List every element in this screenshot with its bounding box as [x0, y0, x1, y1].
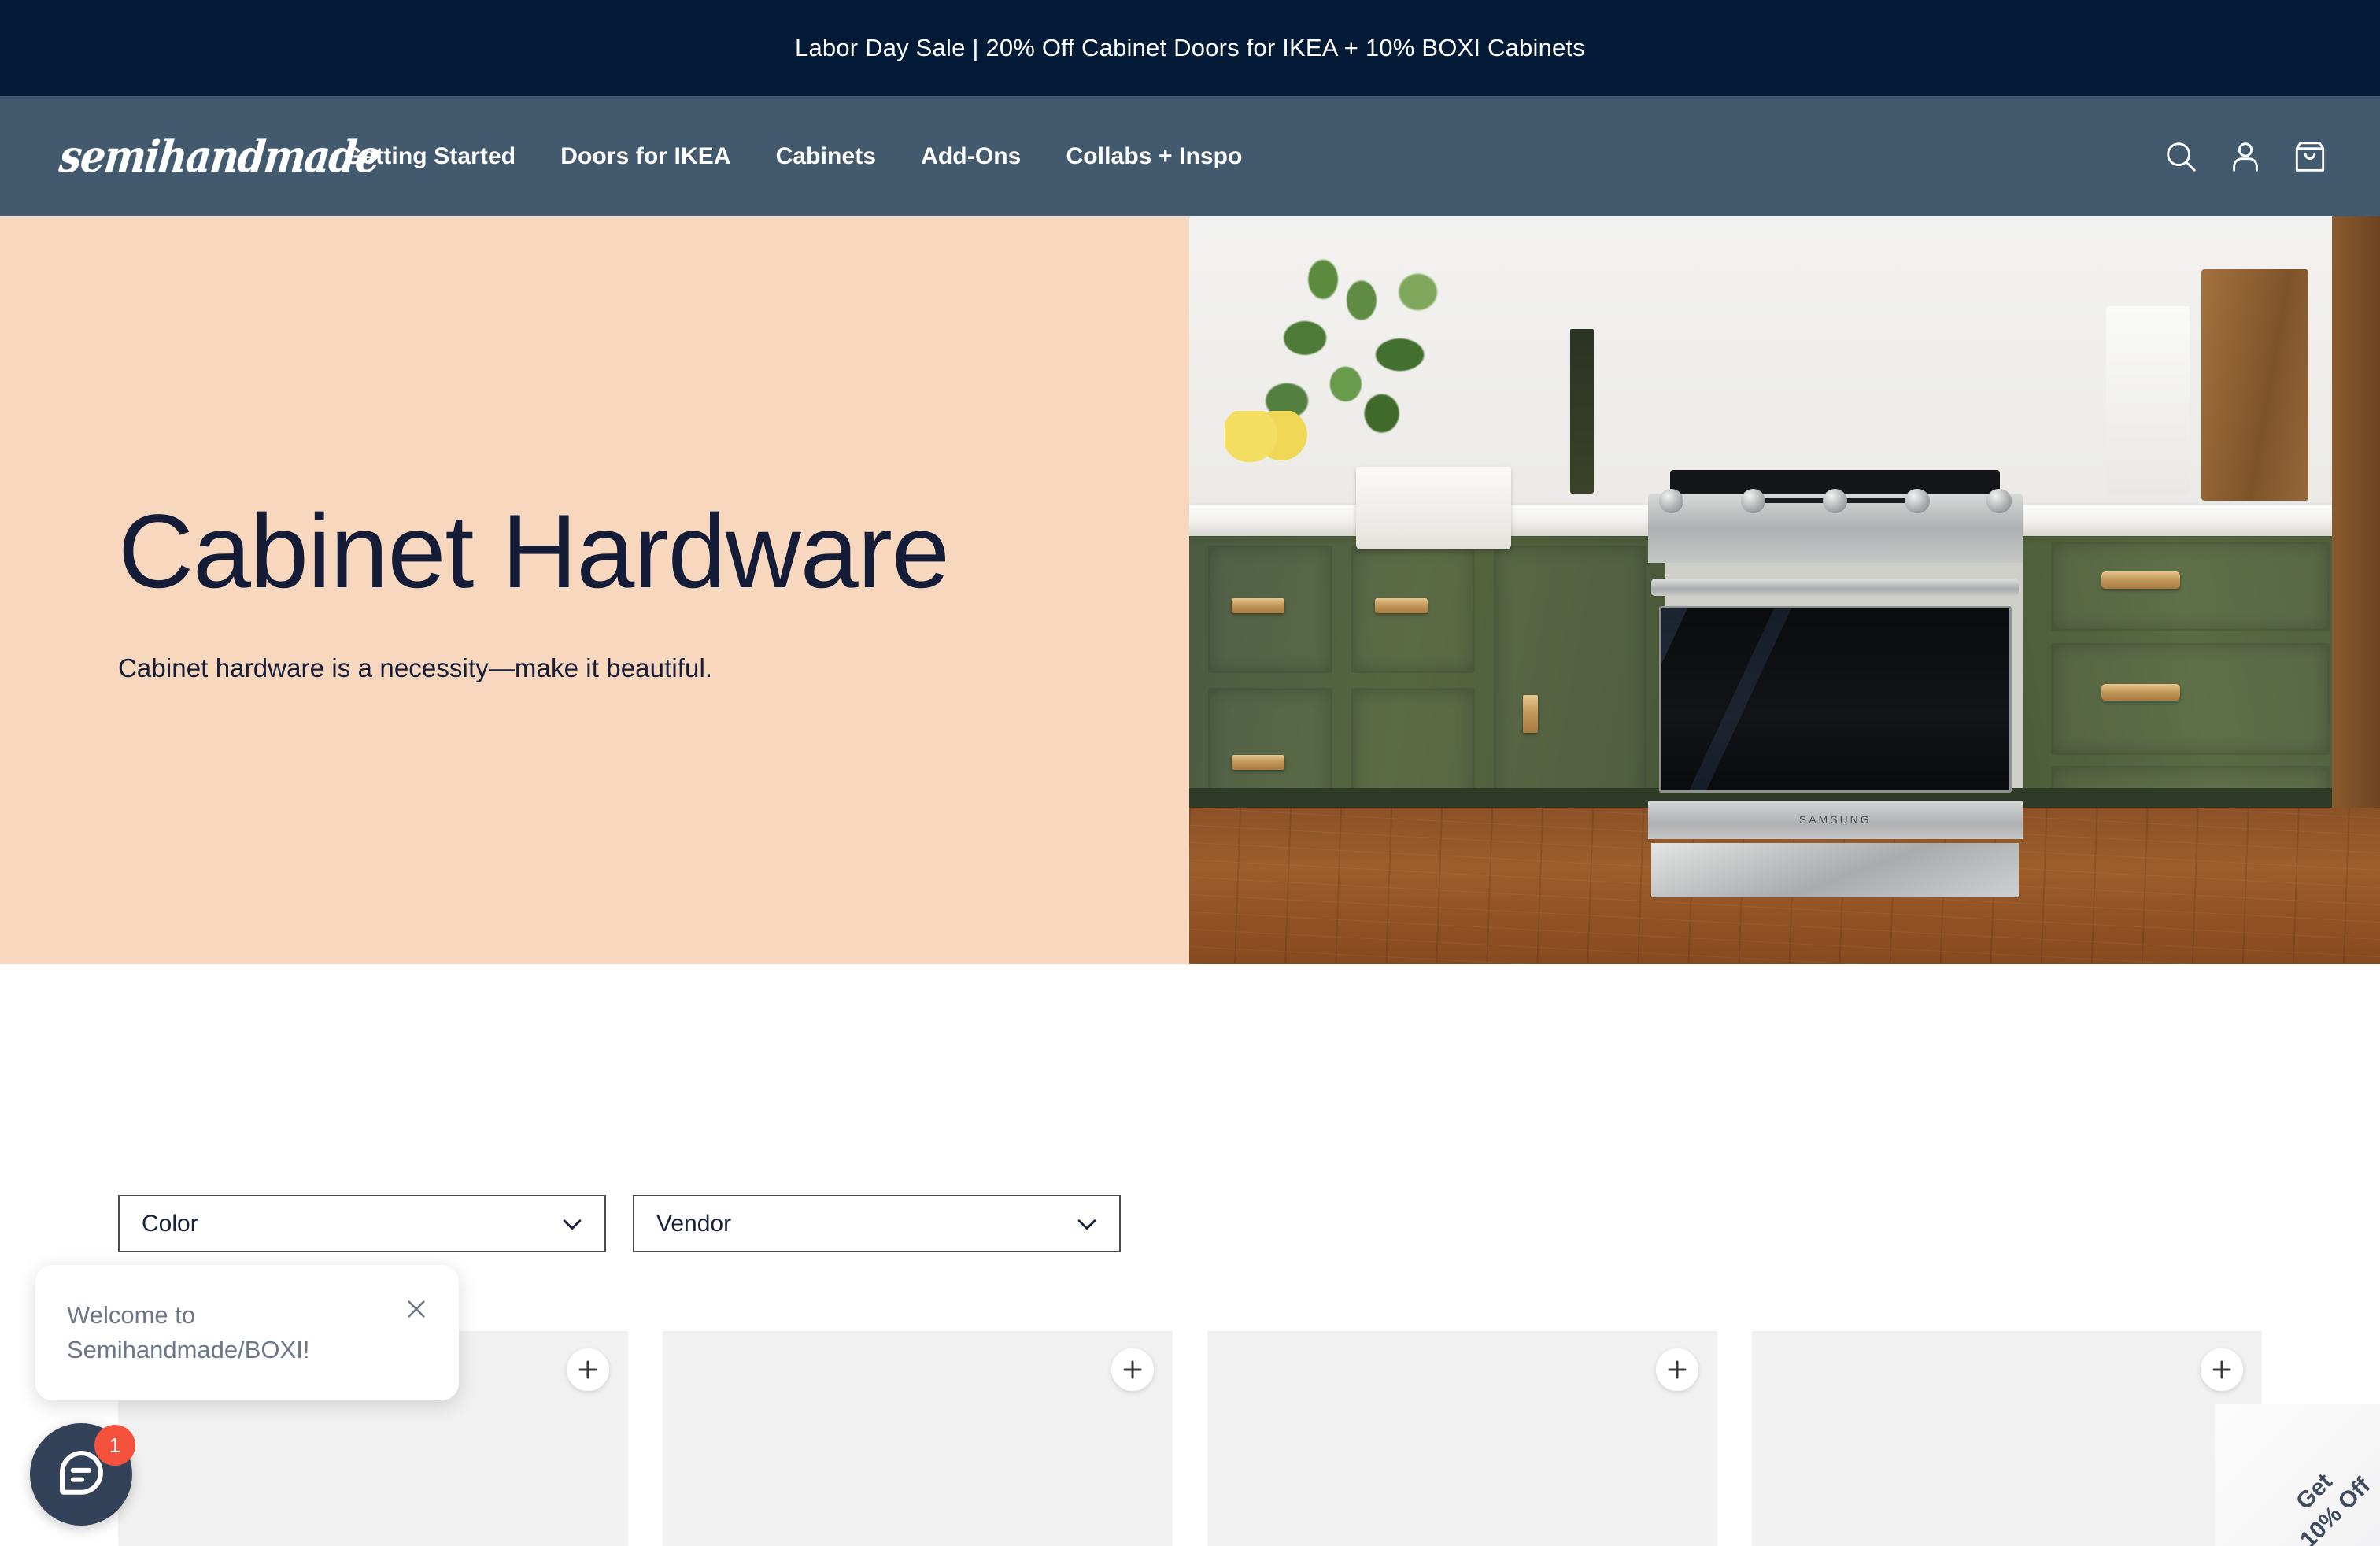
kitchen-cutting-board: [2201, 268, 2309, 501]
account-icon[interactable]: [2227, 139, 2264, 175]
kitchen-utensil-crock: [2106, 306, 2190, 494]
chat-greeting-popup: Welcome to Semihandmade/BOXI!: [35, 1265, 459, 1401]
range-brand-label: SAMSUNG: [1647, 800, 2023, 840]
range-knobs: [1655, 488, 2016, 513]
range-control-panel: [1647, 488, 2023, 564]
discount-sticker[interactable]: Get 10% Off: [2215, 1404, 2380, 1546]
nav-item-collabs-inspo[interactable]: Collabs + Inspo: [1066, 143, 1242, 170]
page-title: Cabinet Hardware: [118, 494, 950, 611]
announcement-bar: Labor Day Sale | 20% Off Cabinet Doors f…: [0, 0, 2380, 96]
quick-add-button[interactable]: [1111, 1348, 1154, 1391]
announcement-text: Labor Day Sale | 20% Off Cabinet Doors f…: [795, 34, 1585, 61]
hero-section: Cabinet Hardware Cabinet hardware is a n…: [0, 216, 2380, 964]
logo-text: semihandmade: [57, 130, 382, 183]
nav-item-cabinets[interactable]: Cabinets: [776, 143, 877, 170]
chat-launcher-button[interactable]: 1: [30, 1423, 135, 1526]
close-icon[interactable]: [404, 1296, 429, 1322]
site-logo[interactable]: semihandmade: [57, 130, 382, 182]
collection-section: Color Vendor: [0, 964, 2380, 1546]
product-card[interactable]: [1207, 1331, 1717, 1546]
hero-subtitle: Cabinet hardware is a necessity—make it …: [118, 653, 713, 682]
quick-add-button[interactable]: [1656, 1348, 1698, 1391]
hero-image: SAMSUNG: [1189, 216, 2380, 964]
hero-copy: Cabinet Hardware Cabinet hardware is a n…: [0, 216, 1189, 964]
search-icon[interactable]: [2163, 139, 2199, 175]
site-header: semihandmade Getting Started Doors for I…: [0, 96, 2380, 216]
header-icon-group: [2163, 139, 2328, 175]
kitchen-farmhouse-sink: [1355, 467, 1511, 549]
filter-color[interactable]: Color: [118, 1195, 606, 1252]
filter-vendor[interactable]: Vendor: [633, 1195, 1121, 1252]
product-card[interactable]: [1752, 1331, 2262, 1546]
cart-icon[interactable]: [2292, 139, 2328, 175]
main-navigation: Getting Started Doors for IKEA Cabinets …: [344, 143, 1243, 170]
kitchen-lemons: [1225, 411, 1309, 464]
discount-sticker-text: Get 10% Off: [2291, 1468, 2376, 1546]
nav-item-add-ons[interactable]: Add-Ons: [921, 143, 1021, 170]
kitchen-oil-bottle: [1570, 328, 1595, 494]
chevron-down-icon: [1074, 1211, 1100, 1237]
range-warming-drawer: [1651, 843, 2020, 898]
quick-add-button[interactable]: [567, 1348, 609, 1391]
range-oven-window: [1658, 605, 2012, 793]
chevron-down-icon: [559, 1211, 586, 1237]
nav-item-doors-for-ikea[interactable]: Doors for IKEA: [560, 143, 730, 170]
product-card[interactable]: [663, 1331, 1173, 1546]
filter-vendor-label: Vendor: [656, 1210, 732, 1237]
quick-add-button[interactable]: [2201, 1348, 2243, 1391]
kitchen-door-frame: [2332, 216, 2380, 808]
range-handle: [1651, 579, 2020, 597]
filter-bar: Color Vendor: [118, 964, 2262, 1252]
filter-color-label: Color: [142, 1210, 198, 1237]
kitchen-range: SAMSUNG: [1647, 469, 2023, 898]
chat-unread-badge: 1: [94, 1425, 135, 1466]
chat-greeting-text: Welcome to Semihandmade/BOXI!: [67, 1301, 310, 1364]
